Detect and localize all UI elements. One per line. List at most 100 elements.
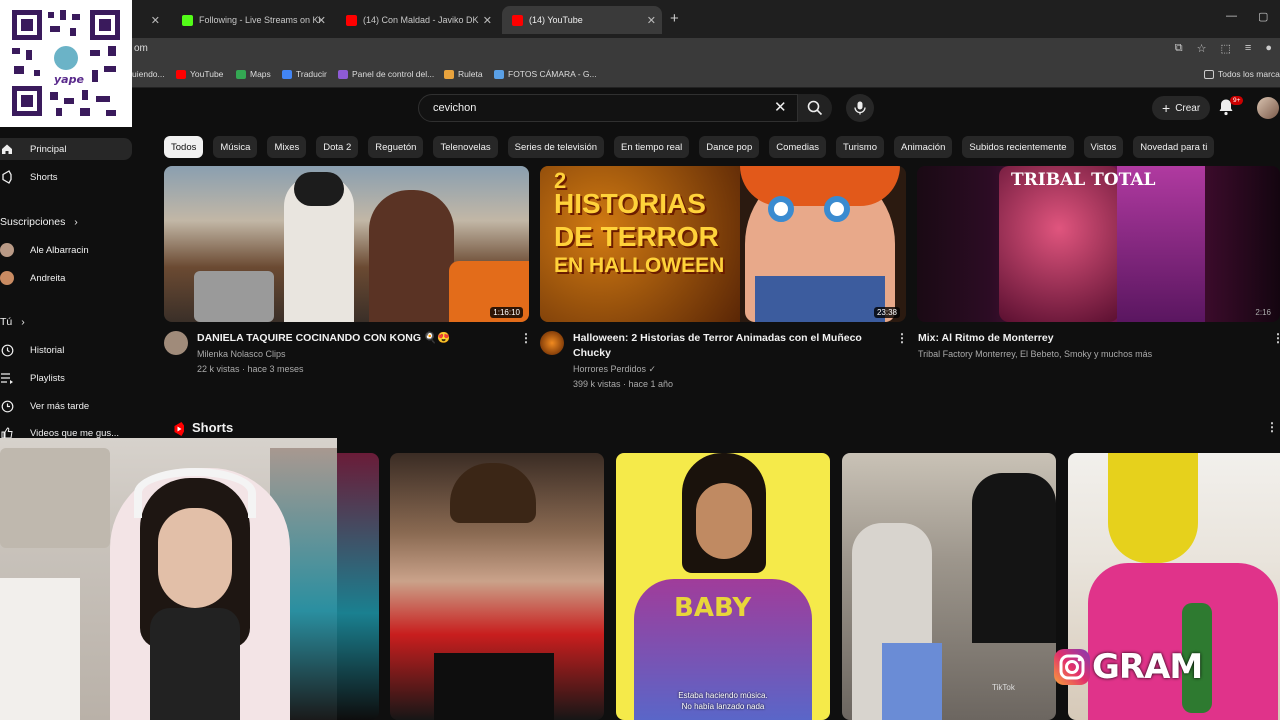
youtube-header: cevichon bbox=[0, 88, 1280, 130]
short-thumbnail[interactable]: TikTok bbox=[842, 453, 1056, 720]
chip-animacion[interactable]: Animación bbox=[894, 136, 953, 158]
tab-close-icon[interactable]: ✕ bbox=[647, 14, 656, 27]
clear-search-icon[interactable]: ✕ bbox=[774, 98, 787, 116]
bookmark-ruleta[interactable]: Ruleta bbox=[444, 69, 483, 79]
bookmark-item[interactable]: uiendo... bbox=[132, 69, 165, 79]
tab-close-icon[interactable]: ✕ bbox=[483, 14, 492, 27]
video-title[interactable]: Mix: Al Ritmo de Monterrey bbox=[918, 331, 1258, 346]
sidebar-item-historial[interactable]: Historial bbox=[0, 339, 132, 361]
search-input[interactable]: cevichon bbox=[433, 102, 476, 114]
doll-eye bbox=[768, 196, 794, 222]
short-thumbnail[interactable] bbox=[390, 453, 604, 720]
chip-turismo[interactable]: Turismo bbox=[836, 136, 884, 158]
doll-eye bbox=[824, 196, 850, 222]
more-options-icon[interactable]: ⋮ bbox=[1266, 420, 1278, 434]
address-bar: om ⧉ ☆ ⬚ ≡ ● bbox=[0, 38, 1280, 62]
subscriptions-heading[interactable]: Suscripciones › bbox=[0, 216, 78, 228]
panel-icon bbox=[338, 69, 348, 79]
thumb-text: EN HALLOWEEN bbox=[554, 254, 725, 277]
channel-name[interactable]: Horrores Perdidos ✓ bbox=[573, 362, 656, 377]
thumb-text: HISTORIAS bbox=[554, 188, 706, 219]
chip-telenovelas[interactable]: Telenovelas bbox=[433, 136, 498, 158]
chip-comedias[interactable]: Comedias bbox=[769, 136, 827, 158]
menu-icon[interactable]: ≡ bbox=[1245, 42, 1251, 55]
extensions-icon[interactable]: ⬚ bbox=[1221, 42, 1231, 55]
chip-todos[interactable]: Todos bbox=[164, 136, 204, 158]
channel-avatar bbox=[0, 243, 14, 257]
chip-subidos[interactable]: Subidos recientemente bbox=[962, 136, 1074, 158]
video-title[interactable]: DANIELA TAQUIRE COCINANDO CON KONG 🍳😍 bbox=[197, 331, 517, 346]
youtube-icon bbox=[176, 69, 186, 79]
instagram-text: GRAM bbox=[1092, 647, 1203, 687]
sidebar-item-subscription[interactable]: Andreita bbox=[0, 267, 132, 289]
bookmark-panel[interactable]: Panel de control del... bbox=[338, 69, 434, 79]
video-duration: 23:38 bbox=[873, 307, 900, 318]
chip-series[interactable]: Series de televisión bbox=[507, 136, 605, 158]
tab-close-icon[interactable]: ✕ bbox=[317, 14, 326, 27]
qr-code-icon bbox=[0, 0, 132, 127]
person-face bbox=[696, 483, 752, 559]
voice-search-button[interactable] bbox=[846, 94, 874, 122]
tab-youtube-video[interactable]: (14) Con Maldad - Javiko DK ✕ bbox=[336, 6, 498, 34]
chip-mixes[interactable]: Mixes bbox=[267, 136, 307, 158]
chevron-right-icon: › bbox=[74, 216, 78, 228]
instagram-icon bbox=[1054, 649, 1090, 685]
channel-name[interactable]: Milenka Nolasco Clips bbox=[197, 347, 286, 362]
more-options-icon[interactable]: ⋮ bbox=[896, 331, 908, 345]
all-bookmarks[interactable]: Todos los marca bbox=[1204, 69, 1280, 79]
tab-kick[interactable]: Following - Live Streams on Ki ✕ bbox=[172, 6, 332, 34]
sidebar-item-ver-mas-tarde[interactable]: Ver más tarde bbox=[0, 395, 132, 417]
video-title-line2[interactable]: Chucky bbox=[573, 346, 893, 361]
bookmark-fotos[interactable]: FOTOS CÁMARA - G... bbox=[494, 69, 597, 79]
video-thumbnail[interactable]: 2 HISTORIAS DE TERROR EN HALLOWEEN 23:38 bbox=[540, 166, 906, 322]
chip-regueton[interactable]: Reguetón bbox=[368, 136, 424, 158]
chip-novedad[interactable]: Novedad para ti bbox=[1133, 136, 1215, 158]
new-tab-button[interactable]: + bbox=[670, 10, 679, 27]
ruleta-icon bbox=[444, 69, 454, 79]
minimize-button[interactable]: — bbox=[1226, 10, 1237, 22]
sidebar-item-subscription[interactable]: Ale Albarracin bbox=[0, 239, 132, 261]
person-hair bbox=[1108, 453, 1198, 563]
chip-musica[interactable]: Música bbox=[213, 136, 258, 158]
tab-close-previous[interactable]: ✕ bbox=[140, 6, 170, 34]
channel-avatar[interactable] bbox=[540, 331, 564, 355]
bookmark-star-icon[interactable]: ☆ bbox=[1197, 42, 1207, 55]
bookmark-maps[interactable]: Maps bbox=[236, 69, 271, 79]
notification-badge: 9+ bbox=[1230, 96, 1244, 105]
more-options-icon[interactable]: ⋮ bbox=[1272, 331, 1280, 345]
webcam-overlay bbox=[0, 438, 337, 720]
you-heading[interactable]: Tú › bbox=[0, 316, 25, 328]
person-hat bbox=[294, 172, 344, 206]
channel-avatar[interactable] bbox=[164, 331, 188, 355]
chip-dota2[interactable]: Dota 2 bbox=[316, 136, 359, 158]
video-thumbnail[interactable]: 1:16:10 bbox=[164, 166, 529, 322]
bookmark-youtube[interactable]: YouTube bbox=[176, 69, 223, 79]
bookmark-translate[interactable]: Traducir bbox=[282, 69, 327, 79]
account-avatar[interactable] bbox=[1257, 97, 1279, 119]
bookmarks-bar: uiendo... YouTube Maps Traducir Panel de… bbox=[0, 62, 1280, 88]
video-duration: 2:16 bbox=[1255, 308, 1271, 317]
tab-youtube-home[interactable]: (14) YouTube ✕ bbox=[502, 6, 662, 34]
thumb-text: DE TERROR bbox=[554, 221, 719, 252]
more-options-icon[interactable]: ⋮ bbox=[520, 331, 532, 345]
chip-en-tiempo-real[interactable]: En tiempo real bbox=[614, 136, 690, 158]
video-meta: 399 k vistas · hace 1 año bbox=[573, 379, 674, 389]
chip-vistos[interactable]: Vistos bbox=[1083, 136, 1124, 158]
sidebar-item-shorts[interactable]: Shorts bbox=[0, 166, 132, 188]
sidebar-item-principal[interactable]: Principal bbox=[0, 138, 132, 160]
cast-icon[interactable]: ⧉ bbox=[1175, 42, 1183, 55]
browser-tabstrip: ✕ Following - Live Streams on Ki ✕ (14) … bbox=[0, 0, 1280, 38]
video-meta: 22 k vistas · hace 3 meses bbox=[197, 364, 304, 374]
sidebar-item-playlists[interactable]: Playlists bbox=[0, 367, 132, 389]
search-box[interactable]: cevichon bbox=[418, 94, 798, 122]
maximize-button[interactable]: ▢ bbox=[1258, 10, 1268, 23]
search-button[interactable] bbox=[798, 94, 832, 122]
video-title[interactable]: Halloween: 2 Historias de Terror Animada… bbox=[573, 331, 893, 346]
url-field[interactable]: om bbox=[134, 43, 148, 54]
short-thumbnail[interactable] bbox=[337, 453, 379, 720]
short-thumbnail[interactable]: BABY bbox=[616, 453, 830, 720]
profile-icon[interactable]: ● bbox=[1265, 42, 1272, 55]
chip-dance-pop[interactable]: Dance pop bbox=[699, 136, 760, 158]
mix-thumbnail[interactable]: TRIBAL TOTAL 2:16 bbox=[917, 166, 1280, 322]
create-button[interactable]: + Crear bbox=[1152, 96, 1211, 120]
